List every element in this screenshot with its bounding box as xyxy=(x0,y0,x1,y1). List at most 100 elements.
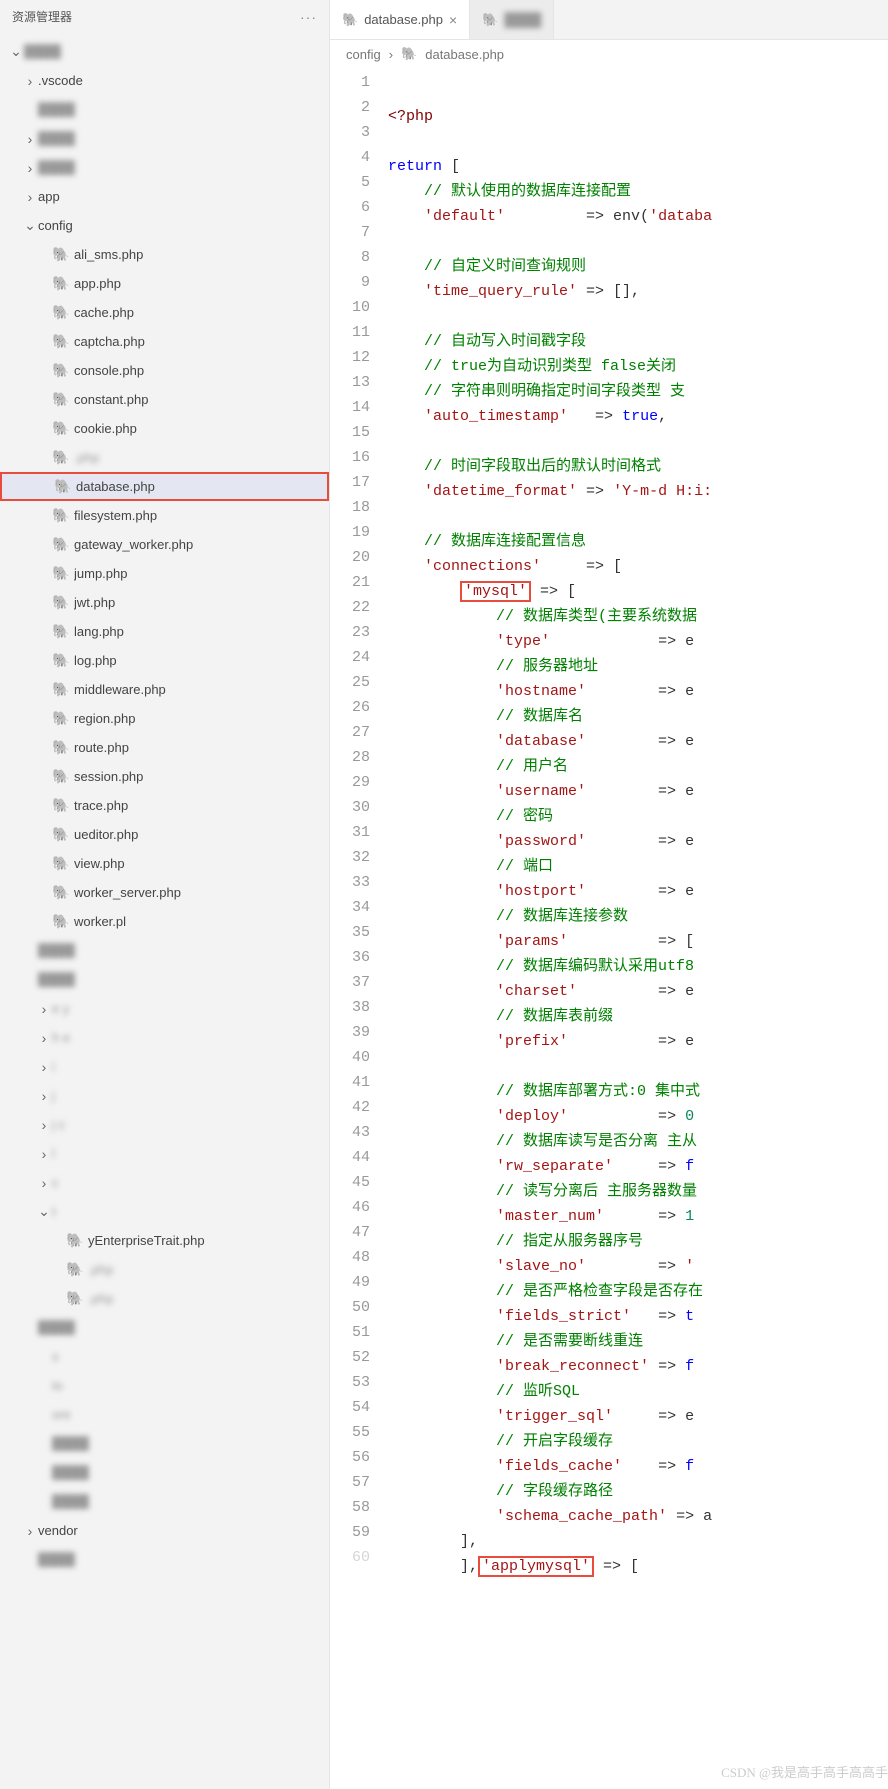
chevron-right-icon[interactable] xyxy=(36,1088,52,1104)
folder-item[interactable]: ████ xyxy=(0,965,329,994)
file-item[interactable]: 🐘 constant.php xyxy=(0,385,329,414)
more-icon[interactable]: ··· xyxy=(300,9,317,25)
code-line: 'mysql' => [ xyxy=(388,579,888,604)
tree-label: cookie.php xyxy=(74,421,321,436)
chevron-right-icon[interactable] xyxy=(22,160,38,176)
php-icon: 🐘 xyxy=(52,449,70,466)
breadcrumb-part[interactable]: database.php xyxy=(425,47,504,62)
file-item[interactable]: 🐘cookie.php xyxy=(0,414,329,443)
code-line: 'auto_timestamp' => true, xyxy=(388,404,888,429)
php-icon: 🐘 xyxy=(52,391,70,408)
code-line: // 读写分离后 主服务器数量 xyxy=(388,1179,888,1204)
folder-item[interactable]: ████ xyxy=(0,124,329,153)
folder-item[interactable]: ████ xyxy=(0,1313,329,1342)
chevron-right-icon[interactable] xyxy=(22,189,38,205)
file-item[interactable]: 🐘route.php xyxy=(0,733,329,762)
folder-item[interactable]: ████ xyxy=(0,1487,329,1516)
folder-item[interactable]: c xyxy=(0,1168,329,1197)
line-number: 35 xyxy=(330,920,370,945)
code-line: 'deploy' => 0 xyxy=(388,1104,888,1129)
tree-label: app.php xyxy=(74,276,321,291)
close-icon[interactable]: × xyxy=(449,12,457,28)
file-item[interactable]: 🐘lang.php xyxy=(0,617,329,646)
editor-tab[interactable]: 🐘database.php× xyxy=(330,0,470,39)
folder-item[interactable]: t xyxy=(0,1197,329,1226)
file-item[interactable]: 🐘view.php xyxy=(0,849,329,878)
php-icon: 🐘 xyxy=(66,1261,84,1278)
folder-item[interactable]: j c xyxy=(0,1110,329,1139)
folder-item[interactable]: ore xyxy=(0,1400,329,1429)
file-item[interactable]: 🐘jump.php xyxy=(0,559,329,588)
file-item[interactable]: 🐘filesystem.php xyxy=(0,501,329,530)
folder-item[interactable]: ████ xyxy=(0,1458,329,1487)
folder-item[interactable]: i xyxy=(0,1052,329,1081)
chevron-right-icon[interactable] xyxy=(22,131,38,147)
chevron-right-icon[interactable] xyxy=(36,1146,52,1162)
explorer-title: 资源管理器 xyxy=(12,8,72,25)
tree-label: jump.php xyxy=(74,566,321,581)
chevron-right-icon[interactable] xyxy=(36,1030,52,1046)
tab-label: database.php xyxy=(364,12,443,27)
folder-item[interactable]: h e xyxy=(0,1023,329,1052)
line-number: 48 xyxy=(330,1245,370,1270)
file-item[interactable]: 🐘session.php xyxy=(0,762,329,791)
folder-item[interactable]: l xyxy=(0,1139,329,1168)
file-item[interactable]: 🐘cache.php xyxy=(0,298,329,327)
file-item[interactable]: 🐘app.php xyxy=(0,269,329,298)
file-item[interactable]: 🐘log.php xyxy=(0,646,329,675)
breadcrumb-part[interactable]: config xyxy=(346,47,381,62)
folder-item[interactable]: ████ xyxy=(0,1429,329,1458)
chevron-down-icon[interactable] xyxy=(22,217,38,234)
chevron-right-icon[interactable] xyxy=(36,1059,52,1075)
file-item[interactable]: 🐘gateway_worker.php xyxy=(0,530,329,559)
file-item[interactable]: 🐘ali_sms.php xyxy=(0,240,329,269)
tree-label: constant.php xyxy=(74,392,321,407)
file-item[interactable]: 🐘captcha.php xyxy=(0,327,329,356)
chevron-right-icon[interactable] xyxy=(22,73,38,89)
file-item[interactable]: 🐘 yEnterpriseTrait.php xyxy=(0,1226,329,1255)
editor-tab[interactable]: 🐘████ xyxy=(470,0,554,39)
line-number: 53 xyxy=(330,1370,370,1395)
breadcrumb[interactable]: config›🐘database.php xyxy=(330,40,888,68)
file-item[interactable]: 🐘console.php xyxy=(0,356,329,385)
folder-item[interactable]: ████ xyxy=(0,153,329,182)
file-item[interactable]: 🐘region.php xyxy=(0,704,329,733)
folder-item[interactable]: .vscode xyxy=(0,66,329,95)
code-content[interactable]: <?phpreturn [ // 默认使用的数据库连接配置 'default' … xyxy=(380,68,888,1789)
file-item[interactable]: 🐘 .php xyxy=(0,1284,329,1313)
file-item[interactable]: 🐘 .php xyxy=(0,1255,329,1284)
file-item[interactable]: 🐘worker.pl xyxy=(0,907,329,936)
line-number: 29 xyxy=(330,770,370,795)
code-line xyxy=(388,304,888,329)
chevron-right-icon[interactable] xyxy=(36,1117,52,1133)
folder-item[interactable]: vendor xyxy=(0,1516,329,1545)
chevron-right-icon[interactable] xyxy=(36,1001,52,1017)
file-item[interactable]: 🐘worker_server.php xyxy=(0,878,329,907)
chevron-right-icon[interactable] xyxy=(22,1523,38,1539)
folder-item[interactable]: j xyxy=(0,1081,329,1110)
folder-item[interactable]: ████ xyxy=(0,936,329,965)
line-number: 54 xyxy=(330,1395,370,1420)
folder-item[interactable]: ████ xyxy=(0,95,329,124)
file-item[interactable]: 🐘trace.php xyxy=(0,791,329,820)
line-number: 34 xyxy=(330,895,370,920)
folder-item[interactable]: config xyxy=(0,211,329,240)
folder-item[interactable]: to xyxy=(0,1371,329,1400)
code-line: ], xyxy=(388,1529,888,1554)
chevron-right-icon[interactable] xyxy=(36,1175,52,1191)
file-item[interactable]: 🐘middleware.php xyxy=(0,675,329,704)
code-line: 'type' => e xyxy=(388,629,888,654)
folder-item[interactable]: app xyxy=(0,182,329,211)
folder-item[interactable]: ████ xyxy=(0,1545,329,1574)
chevron-down-icon[interactable] xyxy=(36,1203,52,1220)
file-item[interactable]: 🐘ueditor.php xyxy=(0,820,329,849)
code-line: 'rw_separate' => f xyxy=(388,1154,888,1179)
file-item[interactable]: 🐘jwt.php xyxy=(0,588,329,617)
file-item[interactable]: 🐘database.php xyxy=(0,472,329,501)
folder-item[interactable]: ████ xyxy=(0,37,329,66)
folder-item[interactable]: e y xyxy=(0,994,329,1023)
folder-item[interactable]: s xyxy=(0,1342,329,1371)
chevron-down-icon[interactable] xyxy=(8,43,24,60)
line-number: 37 xyxy=(330,970,370,995)
file-item[interactable]: 🐘 .php xyxy=(0,443,329,472)
